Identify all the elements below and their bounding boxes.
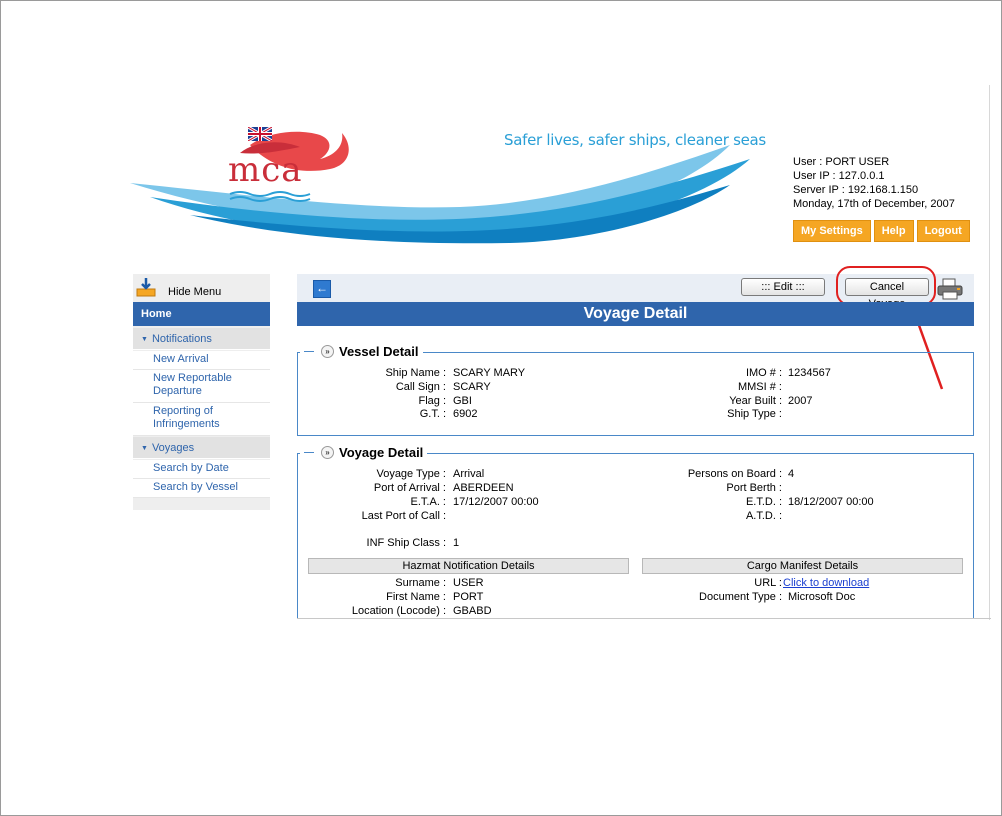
collapse-chevron-icon[interactable]: » bbox=[321, 446, 334, 459]
user-ip: User IP : 127.0.0.1 bbox=[793, 170, 885, 182]
help-button[interactable]: Help bbox=[873, 220, 914, 242]
year-built-value: 2007 bbox=[788, 395, 813, 407]
inf-ship-class-value: 1 bbox=[453, 537, 460, 549]
nav-section-label: Voyages bbox=[151, 442, 195, 454]
logo-waves-icon bbox=[229, 191, 311, 202]
nav-home[interactable]: Home bbox=[133, 302, 270, 326]
vessel-detail-legend[interactable]: » Vessel Detail bbox=[300, 344, 423, 359]
logout-button[interactable]: Logout bbox=[916, 220, 970, 242]
hide-menu-label: Hide Menu bbox=[168, 286, 222, 298]
url-label: URL : bbox=[754, 577, 782, 589]
my-settings-button[interactable]: My Settings bbox=[793, 220, 871, 242]
sidebar: Hide Menu Home ▼ Notifications New Arriva… bbox=[133, 274, 270, 510]
nav-item-search-by-date[interactable]: Search by Date bbox=[133, 460, 270, 479]
first-name-label: First Name : bbox=[386, 591, 446, 603]
voyage-type-value: Arrival bbox=[453, 468, 485, 480]
ship-name-value: SCARY MARY bbox=[453, 367, 526, 379]
surname-value: USER bbox=[453, 577, 484, 589]
locode-label: Location (Locode) : bbox=[351, 605, 446, 617]
last-port-label: Last Port of Call : bbox=[361, 510, 446, 522]
etd-value: 18/12/2007 00:00 bbox=[788, 496, 874, 508]
collapse-chevron-icon[interactable]: » bbox=[321, 345, 334, 358]
year-built-label: Year Built : bbox=[729, 395, 782, 407]
imo-label: IMO # : bbox=[745, 367, 782, 379]
edit-button[interactable]: ::: Edit ::: bbox=[741, 278, 825, 296]
surname-label: Surname : bbox=[395, 577, 446, 589]
cargo-heading: Cargo Manifest Details bbox=[642, 558, 963, 574]
gt-label: G.T. : bbox=[419, 408, 446, 420]
server-ip: Server IP : 192.168.1.150 bbox=[793, 184, 919, 196]
user-name: User : PORT USER bbox=[793, 156, 890, 168]
nav-item-new-arrival[interactable]: New Arrival bbox=[133, 351, 270, 370]
eta-label: E.T.A. : bbox=[410, 496, 446, 508]
atd-label: A.T.D. : bbox=[745, 510, 782, 522]
gt-value: 6902 bbox=[453, 408, 478, 420]
vessel-detail-title: Vessel Detail bbox=[339, 344, 419, 359]
port-of-arrival-value: ABERDEEN bbox=[453, 482, 514, 494]
hide-menu-toggle[interactable]: Hide Menu bbox=[133, 274, 270, 302]
triangle-down-icon: ▼ bbox=[141, 336, 148, 343]
eta-value: 17/12/2007 00:00 bbox=[453, 496, 539, 508]
document-type-value: Microsoft Doc bbox=[788, 591, 856, 603]
user-info: User : PORT USER User IP : 127.0.0.1 Ser… bbox=[793, 155, 955, 211]
nav-section-voyages[interactable]: ▼ Voyages bbox=[133, 437, 270, 459]
header-buttons: My Settings Help Logout bbox=[793, 220, 970, 242]
nav-section-label: Notifications bbox=[151, 333, 212, 345]
voyage-type-label: Voyage Type : bbox=[376, 468, 446, 480]
locode-value: GBABD bbox=[453, 605, 492, 617]
printer-icon[interactable] bbox=[937, 278, 963, 300]
union-flag-icon bbox=[248, 127, 272, 141]
annotation-highlight-ring bbox=[836, 266, 936, 306]
port-berth-label: Port Berth : bbox=[726, 482, 782, 494]
nav-item-new-reportable-departure[interactable]: New Reportable Departure bbox=[133, 370, 270, 403]
document-type-label: Document Type : bbox=[699, 591, 782, 603]
nav-section-notifications[interactable]: ▼ Notifications bbox=[133, 328, 270, 350]
content-right-border bbox=[989, 85, 990, 620]
hide-menu-icon bbox=[136, 278, 156, 297]
call-sign-value: SCARY bbox=[453, 381, 491, 393]
legend-dash bbox=[304, 452, 314, 453]
flag-value: GBI bbox=[453, 395, 472, 407]
content-bottom-border bbox=[297, 618, 991, 619]
vessel-detail-fieldset bbox=[297, 352, 974, 436]
inf-ship-class-label: INF Ship Class : bbox=[366, 537, 446, 549]
persons-on-board-value: 4 bbox=[788, 468, 795, 480]
back-button[interactable]: ← bbox=[313, 280, 331, 298]
nav-item-search-by-vessel[interactable]: Search by Vessel bbox=[133, 479, 270, 498]
download-link[interactable]: Click to download bbox=[783, 577, 869, 589]
tagline: Safer lives, safer ships, cleaner seas bbox=[504, 131, 766, 149]
flag-label: Flag : bbox=[418, 395, 446, 407]
voyage-detail-title: Voyage Detail bbox=[339, 445, 424, 460]
nav-item-reporting-of-infringements[interactable]: Reporting of Infringements bbox=[133, 403, 270, 436]
mca-logo-text: mca bbox=[228, 150, 303, 190]
call-sign-label: Call Sign : bbox=[395, 381, 446, 393]
first-name-value: PORT bbox=[453, 591, 484, 603]
ship-type-label: Ship Type : bbox=[727, 408, 782, 420]
legend-dash bbox=[304, 351, 314, 352]
voyage-detail-legend[interactable]: » Voyage Detail bbox=[300, 445, 428, 460]
current-date: Monday, 17th of December, 2007 bbox=[793, 198, 955, 210]
triangle-down-icon: ▼ bbox=[141, 445, 148, 452]
mmsi-label: MMSI # : bbox=[737, 381, 782, 393]
imo-value: 1234567 bbox=[788, 367, 831, 379]
ship-name-label: Ship Name : bbox=[385, 367, 446, 379]
hazmat-heading: Hazmat Notification Details bbox=[308, 558, 629, 574]
persons-on-board-label: Persons on Board : bbox=[687, 468, 782, 480]
etd-label: E.T.D. : bbox=[745, 496, 782, 508]
port-of-arrival-label: Port of Arrival : bbox=[373, 482, 446, 494]
page-title: Voyage Detail bbox=[297, 302, 974, 326]
